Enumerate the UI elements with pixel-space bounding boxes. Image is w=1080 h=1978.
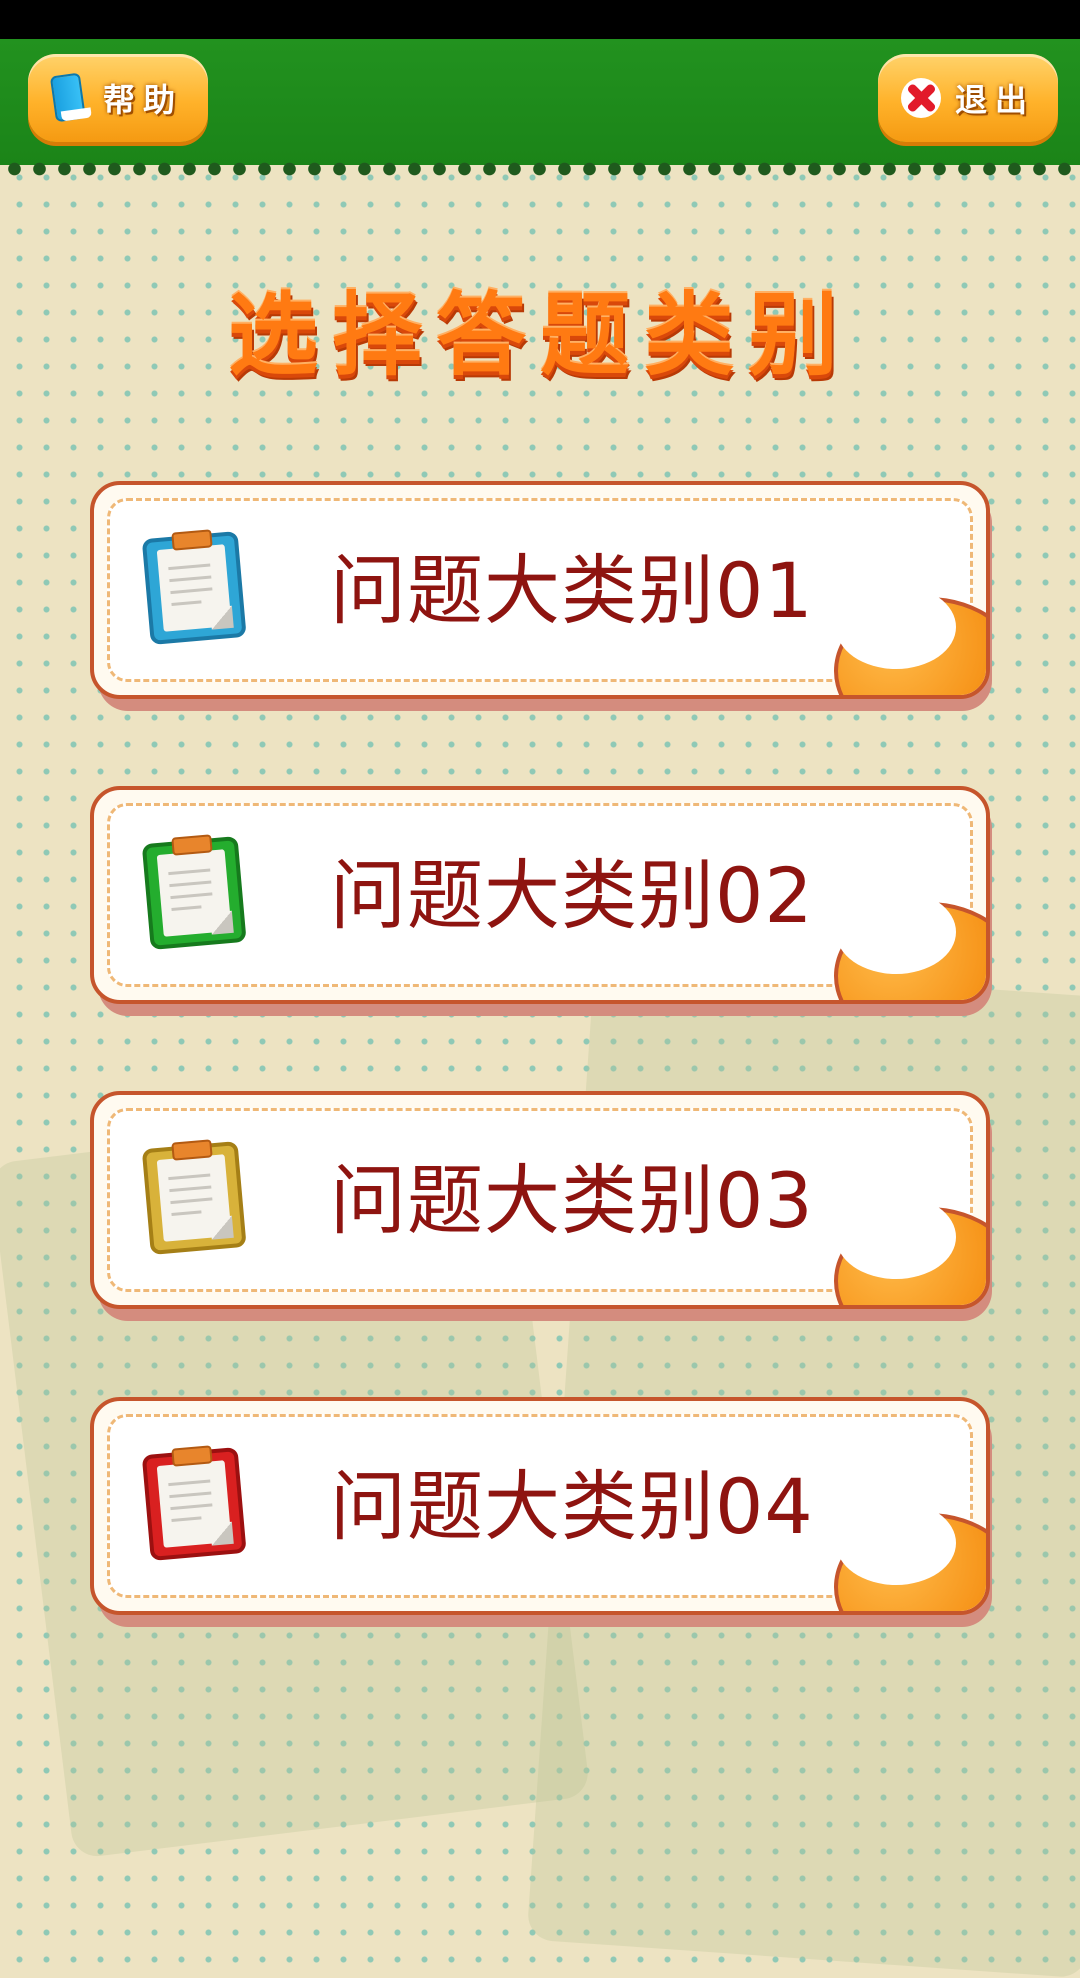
category-label: 问题大类别02 <box>330 851 814 940</box>
book-icon <box>49 72 92 125</box>
category-label: 问题大类别01 <box>330 546 814 635</box>
category-button-02[interactable]: 问题大类别02 <box>90 786 992 1016</box>
category-button-04[interactable]: 问题大类别04 <box>90 1397 992 1627</box>
page-title: 选择答题类别 <box>228 283 852 388</box>
exit-label: 退出 <box>954 81 1035 119</box>
exit-button[interactable]: 退出 <box>878 54 1058 142</box>
close-icon <box>900 78 941 118</box>
help-label: 帮助 <box>102 81 183 119</box>
help-button[interactable]: 帮助 <box>28 54 208 142</box>
clipboard-icon <box>141 1443 247 1561</box>
clipboard-icon <box>141 832 247 950</box>
category-button-03[interactable]: 问题大类别03 <box>90 1091 992 1321</box>
category-button-01[interactable]: 问题大类别01 <box>90 481 992 711</box>
category-label: 问题大类别03 <box>330 1156 814 1245</box>
category-label: 问题大类别04 <box>330 1462 814 1551</box>
clipboard-icon <box>141 1137 247 1255</box>
header-dotted-border <box>0 160 1080 178</box>
clipboard-icon <box>141 527 247 645</box>
status-bar <box>0 0 1080 39</box>
